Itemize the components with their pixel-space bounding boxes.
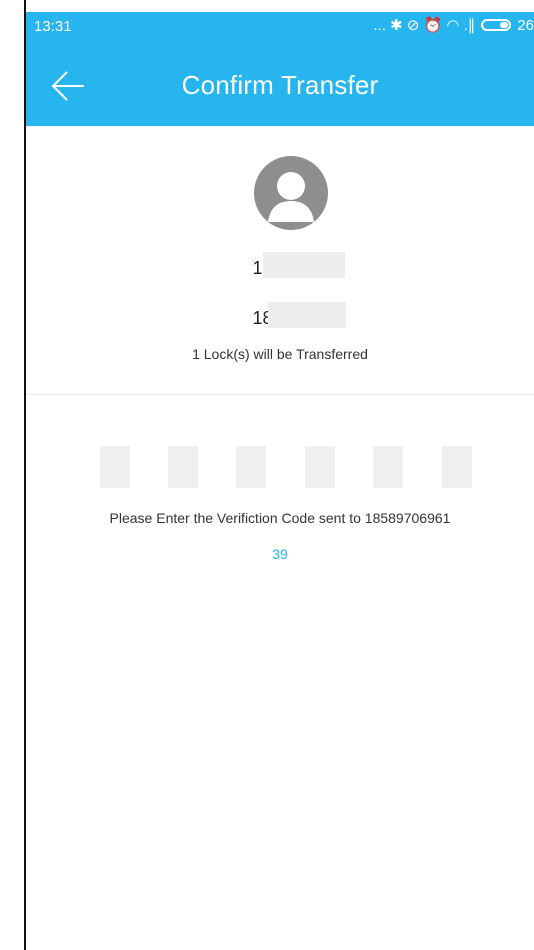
verification-instructions: Please Enter the Verifiction Code sent t… (109, 510, 451, 526)
app-bar: Confirm Transfer (26, 42, 534, 126)
user-silhouette-icon (268, 172, 314, 222)
divider (26, 394, 534, 395)
page-title: Confirm Transfer (181, 70, 379, 100)
code-digit-box[interactable] (100, 446, 130, 488)
status-bar: 13:31 ... ✱ ⊘ ⏰ ◠ .∥ 26 (26, 12, 534, 42)
code-digit-box[interactable] (305, 446, 335, 488)
resend-countdown[interactable]: 39 (26, 546, 534, 562)
transfer-note: 1 Lock(s) will be Transferred (192, 346, 368, 362)
code-digit-box[interactable] (373, 446, 403, 488)
status-icons: ... ✱ ⊘ ⏰ ◠ .∥ 26 (373, 16, 534, 35)
battery-level: 26 (517, 16, 534, 34)
privacy-mask (263, 252, 345, 278)
screen-edge (24, 0, 26, 950)
battery-icon (481, 19, 512, 31)
app-screen: 13:31 ... ✱ ⊘ ⏰ ◠ .∥ 26 Confirm Transfer… (0, 0, 534, 950)
code-digit-box[interactable] (442, 446, 472, 488)
status-time: 13:31 (34, 18, 72, 35)
code-digit-box[interactable] (236, 446, 266, 488)
privacy-mask (268, 302, 346, 328)
verification-code-input[interactable] (100, 446, 486, 488)
avatar (254, 156, 328, 230)
status-indicator-icons: ... ✱ ⊘ ⏰ ◠ .∥ (373, 17, 476, 34)
code-digit-box[interactable] (168, 446, 198, 488)
